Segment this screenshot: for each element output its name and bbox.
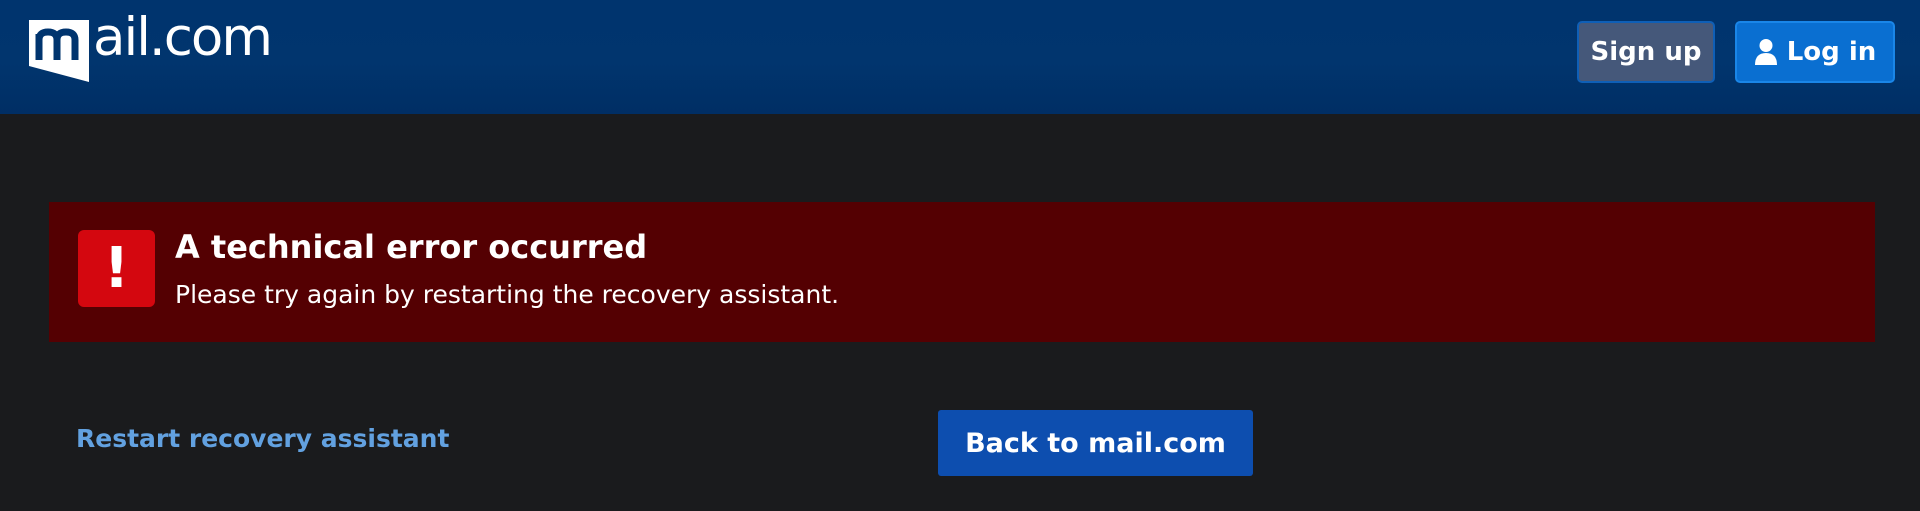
user-icon (1754, 39, 1777, 65)
mailcom-logo[interactable]: ail.com (27, 10, 273, 86)
exclamation-glyph: ! (103, 236, 130, 301)
logo-mark-icon (29, 20, 89, 82)
sign-up-label: Sign up (1590, 37, 1702, 67)
logo-text: ail.com (93, 7, 273, 68)
error-alert: ! A technical error occurred Please try … (49, 202, 1875, 342)
exclamation-icon: ! (78, 230, 155, 307)
sign-up-button[interactable]: Sign up (1577, 21, 1715, 83)
top-header: ail.com Sign up Log in (0, 0, 1920, 114)
alert-title: A technical error occurred (175, 228, 648, 266)
log-in-label: Log in (1786, 37, 1877, 67)
back-to-mailcom-button[interactable]: Back to mail.com (938, 410, 1253, 476)
alert-message: Please try again by restarting the recov… (175, 280, 840, 309)
log-in-button[interactable]: Log in (1735, 21, 1895, 83)
restart-recovery-link[interactable]: Restart recovery assistant (76, 424, 449, 453)
back-button-label: Back to mail.com (965, 427, 1226, 459)
